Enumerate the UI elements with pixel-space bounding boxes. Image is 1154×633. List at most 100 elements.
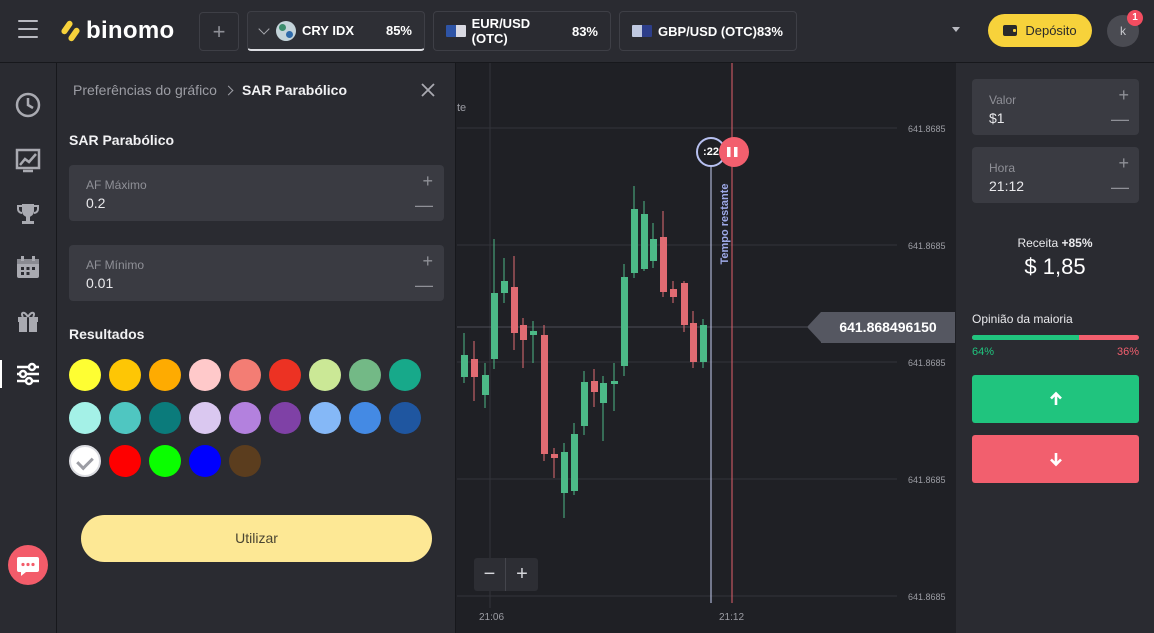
- results-title: Resultados: [69, 326, 145, 342]
- current-price-tag: 641.868496150: [807, 312, 955, 343]
- color-swatch[interactable]: [69, 359, 101, 391]
- sell-down-button[interactable]: [972, 435, 1139, 483]
- majority-up-fill: [972, 335, 1079, 340]
- color-swatch[interactable]: [229, 402, 261, 434]
- history-icon[interactable]: [14, 91, 42, 119]
- chevron-right-icon: [223, 85, 234, 95]
- asset-tab-payout: 85%: [385, 23, 412, 38]
- color-swatch[interactable]: [69, 445, 101, 477]
- color-swatch[interactable]: [109, 402, 141, 434]
- time-field[interactable]: Hora 21:12 + —: [972, 147, 1139, 203]
- asset-tab-name: GBP/USD (OTC): [658, 23, 757, 39]
- af-min-field[interactable]: AF Mínimo 0.01 + —: [69, 245, 444, 301]
- menu-icon[interactable]: [18, 20, 38, 38]
- brand-logo[interactable]: binomo: [60, 16, 175, 46]
- zoom-out-button[interactable]: −: [474, 558, 506, 591]
- current-price: 641.868496150: [821, 312, 955, 343]
- zoom-in-button[interactable]: +: [506, 558, 538, 591]
- color-swatch[interactable]: [229, 359, 261, 391]
- more-assets-dropdown-icon[interactable]: [952, 27, 960, 32]
- apply-button[interactable]: Utilizar: [81, 515, 432, 562]
- breadcrumb: Preferências do gráfico SAR Parabólico: [73, 82, 347, 98]
- brand-name: binomo: [86, 17, 175, 44]
- add-asset-button[interactable]: +: [199, 12, 239, 51]
- sliders-settings-icon[interactable]: [0, 360, 42, 388]
- asset-tab-cry-idx[interactable]: CRY IDX 85%: [247, 11, 425, 51]
- color-swatch[interactable]: [149, 445, 181, 477]
- af-max-field[interactable]: AF Máximo 0.2 + —: [69, 165, 444, 221]
- amount-value[interactable]: $1: [989, 110, 1005, 126]
- candle-body: [561, 452, 568, 493]
- deposit-label: Depósito: [1025, 23, 1077, 38]
- amount-decrement-button[interactable]: —: [1111, 109, 1129, 130]
- color-swatch[interactable]: [389, 359, 421, 391]
- color-swatch[interactable]: [109, 445, 141, 477]
- gift-icon[interactable]: [14, 307, 42, 335]
- color-swatch[interactable]: [149, 359, 181, 391]
- color-swatch[interactable]: [149, 402, 181, 434]
- asset-tab-gbp-usd[interactable]: GBP/USD (OTC) 83%: [619, 11, 797, 51]
- amount-increment-button[interactable]: +: [1118, 85, 1129, 106]
- af-min-value[interactable]: 0.01: [86, 275, 113, 291]
- amount-field[interactable]: Valor $1 + —: [972, 79, 1139, 135]
- revenue-value: $ 1,85: [1024, 254, 1086, 279]
- x-tick-label: 21:12: [719, 612, 745, 623]
- breadcrumb-parent-link[interactable]: Preferências do gráfico: [73, 82, 217, 98]
- af-max-increment-button[interactable]: +: [422, 171, 433, 192]
- af-min-decrement-button[interactable]: —: [415, 275, 433, 296]
- candle-body: [650, 239, 657, 261]
- color-swatch[interactable]: [189, 402, 221, 434]
- time-increment-button[interactable]: +: [1118, 153, 1129, 174]
- asset-tab-name: EUR/USD (OTC): [471, 16, 531, 46]
- af-max-value[interactable]: 0.2: [86, 195, 105, 211]
- af-max-decrement-button[interactable]: —: [415, 195, 433, 216]
- arrow-down-icon: [1050, 453, 1062, 467]
- candle-body: [591, 381, 598, 392]
- logo-mark-icon: [60, 18, 81, 44]
- candle-body: [471, 359, 478, 377]
- color-swatch[interactable]: [229, 445, 261, 477]
- asset-tab-eur-usd[interactable]: EUR/USD (OTC) 83%: [433, 11, 611, 51]
- color-swatch[interactable]: [309, 402, 341, 434]
- time-value[interactable]: 21:12: [989, 178, 1024, 194]
- color-swatch[interactable]: [309, 359, 341, 391]
- candle-body: [520, 325, 527, 340]
- color-swatch[interactable]: [349, 402, 381, 434]
- color-swatch[interactable]: [189, 445, 221, 477]
- revenue-label: Receita +85%: [956, 236, 1154, 250]
- majority-down-percent: 36%: [1116, 346, 1139, 358]
- breadcrumb-current: SAR Parabólico: [241, 82, 347, 98]
- candle-body: [541, 335, 548, 454]
- indicator-title: SAR Parabólico: [69, 132, 175, 148]
- close-icon[interactable]: [419, 81, 437, 99]
- gb-us-flag-icon: [632, 25, 652, 37]
- color-swatch[interactable]: [109, 359, 141, 391]
- asset-tab-name: CRY IDX: [302, 23, 355, 38]
- buy-up-button[interactable]: [972, 375, 1139, 423]
- color-swatch[interactable]: [269, 359, 301, 391]
- trophy-icon[interactable]: [14, 200, 42, 228]
- chat-support-button[interactable]: [8, 545, 48, 585]
- candle-body: [491, 293, 498, 359]
- remaining-time-label: Tempo restante: [719, 183, 731, 265]
- crypto-index-icon: [276, 20, 296, 41]
- revenue-percent: +85%: [1061, 236, 1093, 250]
- left-nav: [0, 63, 57, 633]
- notification-badge: 1: [1127, 10, 1143, 26]
- chart-icon[interactable]: [14, 146, 42, 174]
- color-swatch[interactable]: [69, 402, 101, 434]
- color-swatch[interactable]: [349, 359, 381, 391]
- color-swatch[interactable]: [189, 359, 221, 391]
- calendar-icon[interactable]: [14, 254, 42, 282]
- time-decrement-button[interactable]: —: [1111, 177, 1129, 198]
- color-swatch[interactable]: [269, 402, 301, 434]
- af-min-increment-button[interactable]: +: [422, 251, 433, 272]
- color-swatch[interactable]: [389, 402, 421, 434]
- candle-body: [611, 381, 618, 384]
- af-min-label: AF Mínimo: [86, 258, 145, 272]
- time-label: Hora: [989, 161, 1016, 175]
- candle-body: [511, 287, 518, 333]
- deposit-button[interactable]: Depósito: [988, 14, 1092, 47]
- x-tick-label: 21:06: [479, 612, 505, 623]
- candle-body: [670, 289, 677, 297]
